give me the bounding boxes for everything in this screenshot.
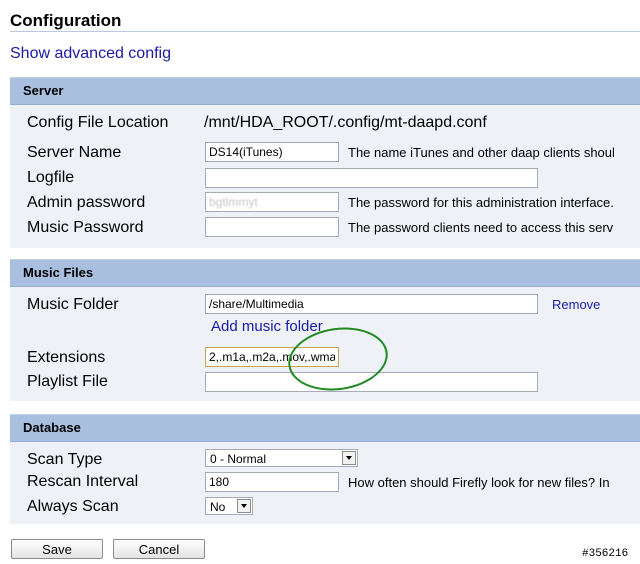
cancel-button[interactable]: Cancel: [113, 539, 205, 559]
admin-password-label: Admin password: [27, 194, 146, 211]
always-scan-select[interactable]: No: [205, 497, 253, 515]
page-title: Configuration: [10, 11, 122, 30]
save-button[interactable]: Save: [11, 539, 103, 559]
playlist-file-input[interactable]: [205, 372, 538, 392]
database-section: Database Scan Type 0 - Normal Rescan Int…: [10, 414, 640, 524]
server-section: Server Config File Location /mnt/HDA_ROO…: [10, 77, 640, 248]
rescan-interval-description: How often should Firefly look for new fi…: [348, 475, 610, 490]
music-files-section-header: Music Files: [10, 260, 640, 287]
music-password-input[interactable]: [205, 217, 339, 237]
rescan-interval-input[interactable]: [205, 472, 339, 492]
server-name-label: Server Name: [27, 144, 122, 161]
admin-password-value: bgtlmmyt: [209, 195, 258, 209]
title-divider: [10, 31, 640, 32]
scan-type-label: Scan Type: [27, 451, 103, 468]
config-location-value: /mnt/HDA_ROOT/.config/mt-daapd.conf: [204, 114, 487, 131]
extensions-label: Extensions: [27, 349, 106, 366]
server-section-header: Server: [10, 78, 640, 105]
music-password-description: The password clients need to access this…: [348, 220, 614, 235]
chevron-down-icon: [342, 451, 356, 465]
music-folder-label: Music Folder: [27, 296, 119, 313]
server-name-description: The name iTunes and other daap clients s…: [348, 145, 615, 160]
scan-type-select[interactable]: 0 - Normal: [205, 449, 358, 467]
logfile-input[interactable]: [205, 168, 538, 188]
database-section-header: Database: [10, 415, 640, 442]
music-password-label: Music Password: [27, 219, 144, 236]
playlist-file-label: Playlist File: [27, 373, 108, 390]
config-location-label: Config File Location: [27, 114, 169, 131]
remove-folder-link[interactable]: Remove: [552, 297, 600, 312]
chevron-down-icon: [237, 499, 251, 513]
add-music-folder-link[interactable]: Add music folder: [211, 318, 323, 335]
scan-type-value: 0 - Normal: [210, 452, 267, 466]
watermark-id: #356216: [582, 548, 629, 560]
music-folder-input[interactable]: [205, 294, 538, 314]
always-scan-value: No: [210, 500, 226, 514]
show-advanced-config-link[interactable]: Show advanced config: [10, 45, 171, 63]
admin-password-description: The password for this administration int…: [348, 195, 614, 210]
music-files-section: Music Files Music Folder Remove Add musi…: [10, 259, 640, 401]
admin-password-input[interactable]: bgtlmmyt: [205, 192, 339, 212]
rescan-interval-label: Rescan Interval: [27, 473, 139, 490]
server-name-input[interactable]: [205, 142, 339, 162]
logfile-label: Logfile: [27, 169, 75, 186]
always-scan-label: Always Scan: [27, 498, 119, 515]
extensions-input[interactable]: [205, 347, 339, 367]
